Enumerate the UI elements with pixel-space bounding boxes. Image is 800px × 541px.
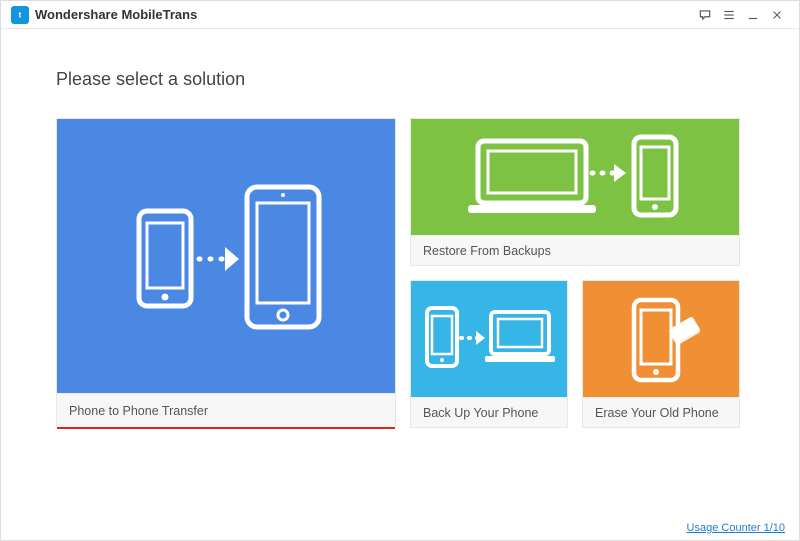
phone-erase-icon <box>583 281 739 397</box>
card-label: Restore From Backups <box>411 235 739 265</box>
card-restore[interactable]: Restore From Backups <box>410 118 740 266</box>
page-heading: Please select a solution <box>56 69 744 90</box>
card-label-text: Phone to Phone Transfer <box>69 404 208 418</box>
card-label-text: Back Up Your Phone <box>423 406 538 420</box>
laptop-to-phone-icon <box>411 119 739 235</box>
app-logo-icon: t <box>11 6 29 24</box>
selected-underline <box>57 427 395 429</box>
card-erase[interactable]: Erase Your Old Phone <box>582 280 740 428</box>
card-label-text: Erase Your Old Phone <box>595 406 719 420</box>
solution-grid: Phone to Phone Transfer <box>56 118 744 428</box>
bottom-right-row: Back Up Your Phone <box>410 280 740 428</box>
card-backup[interactable]: Back Up Your Phone <box>410 280 568 428</box>
card-label: Back Up Your Phone <box>411 397 567 427</box>
card-label-text: Restore From Backups <box>423 244 551 258</box>
usage-counter-link[interactable]: Usage Counter 1/10 <box>687 522 785 534</box>
phone-to-phone-icon <box>57 119 395 393</box>
titlebar: t Wondershare MobileTrans <box>1 1 799 29</box>
app-title: Wondershare MobileTrans <box>35 7 197 22</box>
minimize-button[interactable] <box>741 3 765 27</box>
close-button[interactable] <box>765 3 789 27</box>
phone-to-laptop-icon <box>411 281 567 397</box>
svg-text:t: t <box>19 10 22 19</box>
menu-button[interactable] <box>717 3 741 27</box>
feedback-button[interactable] <box>693 3 717 27</box>
card-phone-to-phone[interactable]: Phone to Phone Transfer <box>56 118 396 428</box>
card-label: Erase Your Old Phone <box>583 397 739 427</box>
card-label: Phone to Phone Transfer <box>57 393 395 427</box>
main-content: Please select a solution <box>1 29 799 438</box>
